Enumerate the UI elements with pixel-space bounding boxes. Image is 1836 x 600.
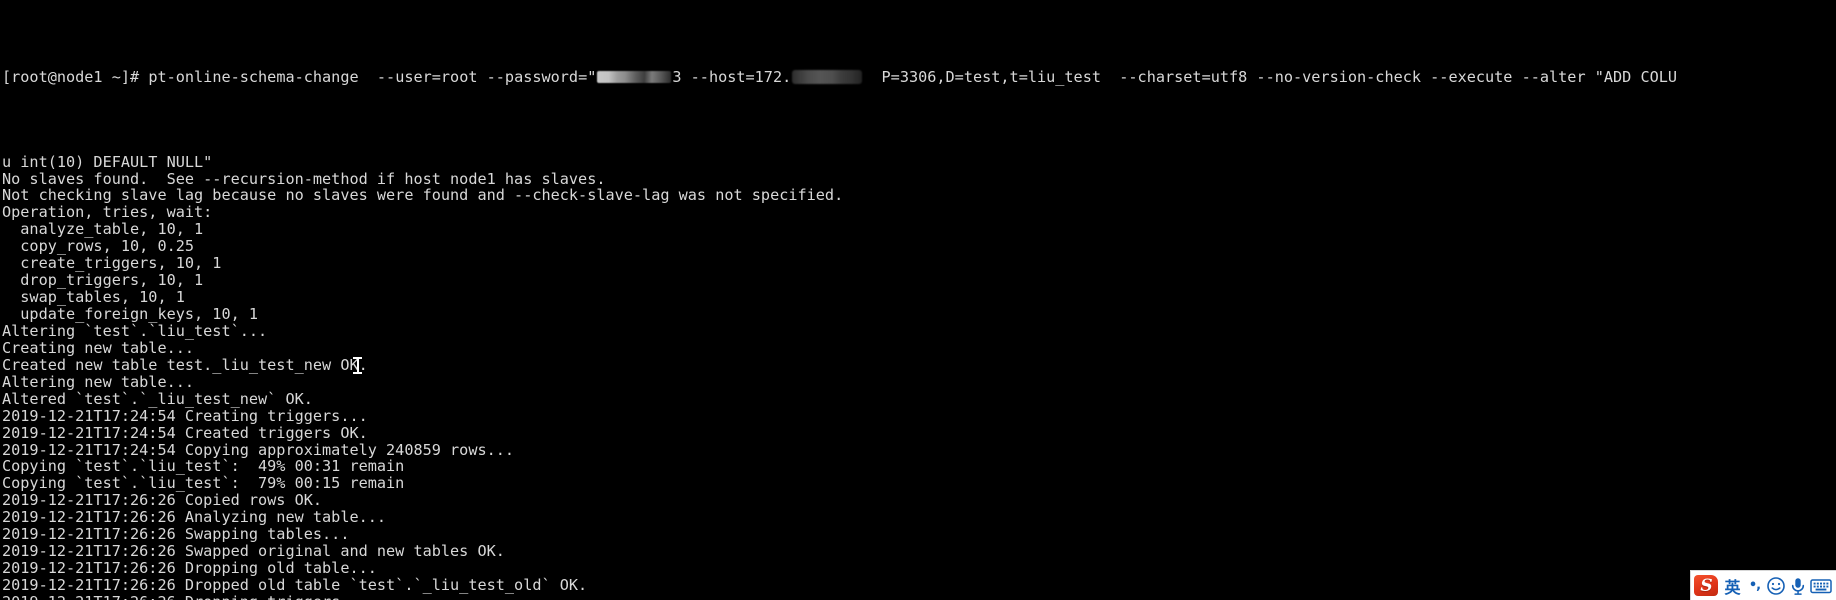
voice-input-icon[interactable] (1788, 574, 1808, 598)
terminal-output-line: 2019-12-21T17:26:26 Analyzing new table.… (2, 508, 387, 527)
terminal-output: u int(10) DEFAULT NULL" No slaves found. … (2, 152, 1836, 600)
terminal-output-line: No slaves found. See --recursion-method … (2, 169, 606, 188)
terminal-output-line: drop_triggers, 10, 1 (2, 271, 204, 290)
terminal-output-line: Copying `test`.`liu_test`: 49% 00:31 rem… (2, 457, 405, 476)
keyboard-icon (1810, 578, 1832, 593)
soft-keyboard-icon[interactable] (1810, 574, 1832, 598)
command-options-post-password: 3 --host=172. (672, 67, 792, 86)
terminal-output-line: create_triggers, 10, 1 (2, 254, 222, 273)
microphone-icon (1791, 577, 1805, 595)
terminal-output-line: copy_rows, 10, 0.25 (2, 237, 195, 256)
terminal-output-line: 2019-12-21T17:26:26 Copied rows OK. (2, 491, 323, 510)
password-redaction (597, 71, 672, 84)
emoji-icon[interactable] (1766, 574, 1786, 598)
terminal-window[interactable]: [root@node1 ~]# pt-online-schema-change … (0, 0, 1836, 600)
command-program: pt-online-schema-change (148, 67, 359, 86)
terminal-output-line: Copying `test`.`liu_test`: 79% 00:15 rem… (2, 474, 405, 493)
smiley-face-icon (1767, 576, 1785, 595)
terminal-command-line: [root@node1 ~]# pt-online-schema-change … (2, 67, 1836, 86)
language-mode-button[interactable]: 英 (1722, 574, 1743, 598)
terminal-output-line: 2019-12-21T17:24:54 Created triggers OK. (2, 423, 368, 442)
terminal-output-line: swap_tables, 10, 1 (2, 288, 185, 307)
terminal-output-line: Not checking slave lag because no slaves… (2, 186, 844, 205)
terminal-output-line: Altering `test`.`liu_test`... (2, 321, 268, 340)
terminal-output-line: 2019-12-21T17:26:26 Dropping old table..… (2, 559, 377, 578)
sogou-logo-icon[interactable]: S (1693, 574, 1720, 598)
terminal-output-line: 2019-12-21T17:26:26 Swapping tables... (2, 525, 350, 544)
terminal-output-line: Creating new table... (2, 338, 195, 357)
sogou-logo-letter: S (1700, 575, 1713, 596)
host-redaction (792, 70, 863, 85)
terminal-output-line: Altered `test`.`_liu_test_new` OK. (2, 389, 313, 408)
terminal-output-line: Operation, tries, wait: (2, 203, 213, 222)
terminal-output-line: 2019-12-21T17:24:54 Copying approximatel… (2, 440, 515, 459)
terminal-output-line: 2019-12-21T17:24:54 Creating triggers... (2, 406, 368, 425)
terminal-output-line: 2019-12-21T17:26:26 Swapped original and… (2, 542, 505, 561)
punctuation-mode-button[interactable]: •, (1745, 574, 1764, 598)
terminal-output-line: update_foreign_keys, 10, 1 (2, 305, 259, 323)
command-options-post-host: P=3306,D=test,t=liu_test --charset=utf8 … (863, 67, 1678, 86)
terminal-output-line: 2019-12-21T17:26:26 Dropped old table `t… (2, 576, 588, 594)
terminal-output-line: Created new table test._liu_test_new OK. (2, 355, 368, 374)
command-options-pre-password: --user=root --password=" (358, 67, 597, 86)
sogou-ime-toolbar[interactable]: S 英 •, (1690, 570, 1836, 600)
terminal-output-line: analyze_table, 10, 1 (2, 220, 204, 239)
shell-prompt: [root@node1 ~]# (2, 67, 149, 86)
terminal-output-line: 2019-12-21T17:26:26 Dropping triggers... (2, 593, 1836, 600)
terminal-output-line: u int(10) DEFAULT NULL" (2, 152, 213, 171)
terminal-output-line: Altering new table... (2, 372, 195, 391)
